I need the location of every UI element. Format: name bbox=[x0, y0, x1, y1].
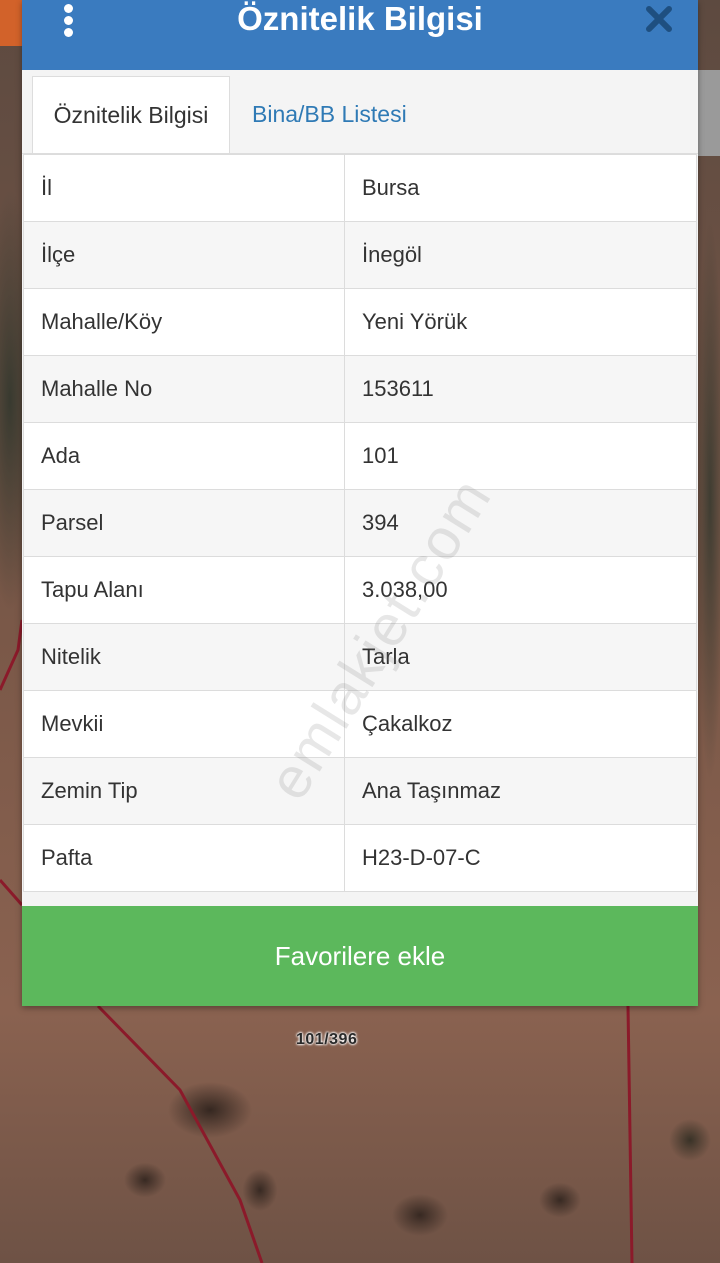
table-row: Parsel 394 bbox=[23, 489, 697, 557]
attribute-value: Ana Taşınmaz bbox=[344, 757, 697, 825]
attribute-value: 3.038,00 bbox=[344, 556, 697, 624]
attribute-table: İl Bursa İlçe İnegöl Mahalle/Köy Yeni Yörük Ma… bbox=[23, 154, 697, 892]
attribute-value: 153611 bbox=[344, 355, 697, 423]
attribute-key: Mahalle No bbox=[23, 355, 345, 423]
attribute-value: H23-D-07-C bbox=[344, 824, 697, 892]
attribute-key: İlçe bbox=[23, 221, 345, 289]
attribute-key: İl bbox=[23, 154, 345, 222]
attribute-value: Çakalkoz bbox=[344, 690, 697, 758]
map-overlay-edge bbox=[698, 70, 720, 156]
tab-attribute-info[interactable]: Öznitelik Bilgisi bbox=[32, 76, 230, 154]
table-row: Mevkii Çakalkoz bbox=[23, 690, 697, 758]
table-row: Ada 101 bbox=[23, 422, 697, 490]
table-row: İl Bursa bbox=[23, 154, 697, 222]
attribute-key: Zemin Tip bbox=[23, 757, 345, 825]
dialog-title: Öznitelik Bilgisi bbox=[237, 0, 483, 37]
attribute-value: 101 bbox=[344, 422, 697, 490]
attribute-key: Mevkii bbox=[23, 690, 345, 758]
map-marker-edge bbox=[0, 0, 22, 46]
table-row: İlçe İnegöl bbox=[23, 221, 697, 289]
attribute-value: Bursa bbox=[344, 154, 697, 222]
attribute-value: Tarla bbox=[344, 623, 697, 691]
close-icon[interactable] bbox=[644, 4, 674, 34]
attribute-key: Parsel bbox=[23, 489, 345, 557]
dialog-header: Öznitelik Bilgisi bbox=[22, 0, 698, 70]
attribute-key: Ada bbox=[23, 422, 345, 490]
table-row: Tapu Alanı 3.038,00 bbox=[23, 556, 697, 624]
table-row: Zemin Tip Ana Taşınmaz bbox=[23, 757, 697, 825]
attribute-value: 394 bbox=[344, 489, 697, 557]
attribute-key: Mahalle/Köy bbox=[23, 288, 345, 356]
tab-building-list[interactable]: Bina/BB Listesi bbox=[234, 76, 425, 154]
table-row: Nitelik Tarla bbox=[23, 623, 697, 691]
attribute-value: İnegöl bbox=[344, 221, 697, 289]
attribute-info-dialog: Öznitelik Bilgisi Öznitelik Bilgisi Bina… bbox=[22, 0, 698, 1006]
table-row: Mahalle No 153611 bbox=[23, 355, 697, 423]
add-to-favorites-button[interactable]: Favorilere ekle bbox=[22, 906, 698, 1006]
attribute-key: Nitelik bbox=[23, 623, 345, 691]
tab-bar: Öznitelik Bilgisi Bina/BB Listesi bbox=[22, 70, 698, 154]
parcel-number-label: 101/396 bbox=[296, 1031, 358, 1048]
table-row: Mahalle/Köy Yeni Yörük bbox=[23, 288, 697, 356]
attribute-value: Yeni Yörük bbox=[344, 288, 697, 356]
attribute-key: Pafta bbox=[23, 824, 345, 892]
attribute-key: Tapu Alanı bbox=[23, 556, 345, 624]
table-row: Pafta H23-D-07-C bbox=[23, 824, 697, 892]
